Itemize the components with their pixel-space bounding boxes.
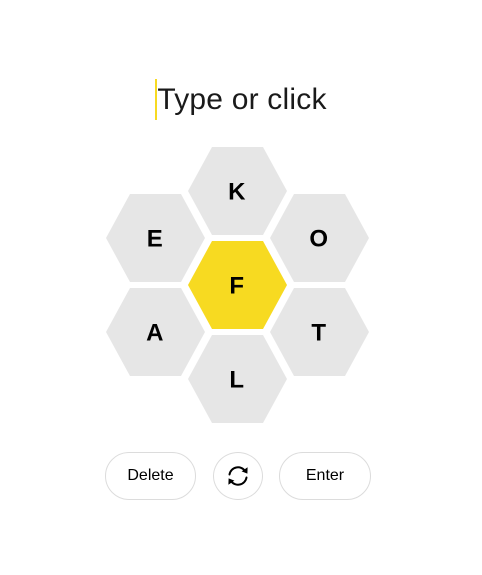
- hive-cell-bottom[interactable]: L: [188, 335, 287, 423]
- hive-cell-center[interactable]: F: [188, 241, 287, 329]
- hive-cell-upper-left[interactable]: E: [106, 194, 205, 282]
- shuffle-button[interactable]: [213, 452, 263, 500]
- hive-letter-bottom: L: [229, 367, 244, 394]
- enter-button[interactable]: Enter: [279, 452, 371, 500]
- hive-cell-lower-right[interactable]: T: [270, 288, 369, 376]
- hive-cell-top[interactable]: K: [188, 147, 287, 235]
- delete-button[interactable]: Delete: [105, 452, 196, 500]
- enter-button-label: Enter: [305, 467, 345, 484]
- delete-button-label: Delete: [127, 467, 174, 484]
- hive-letter-top: K: [228, 179, 246, 206]
- hive-cell-upper-right[interactable]: O: [270, 194, 369, 282]
- hive-cell-lower-left[interactable]: A: [106, 288, 205, 376]
- hive-letter-upper-right: O: [309, 226, 328, 253]
- hive-letter-lower-left: A: [146, 320, 164, 347]
- hive-letter-upper-left: E: [147, 226, 164, 253]
- spelling-bee-game: Type or click F K O T L A E Delete Enter: [0, 0, 482, 575]
- hive-letter-center: F: [229, 273, 244, 300]
- hive-letter-lower-right: T: [311, 320, 326, 347]
- shuffle-icon: [228, 466, 248, 486]
- hive: F K O T L A E: [106, 147, 369, 423]
- hive-controls: Delete Enter: [0, 452, 482, 502]
